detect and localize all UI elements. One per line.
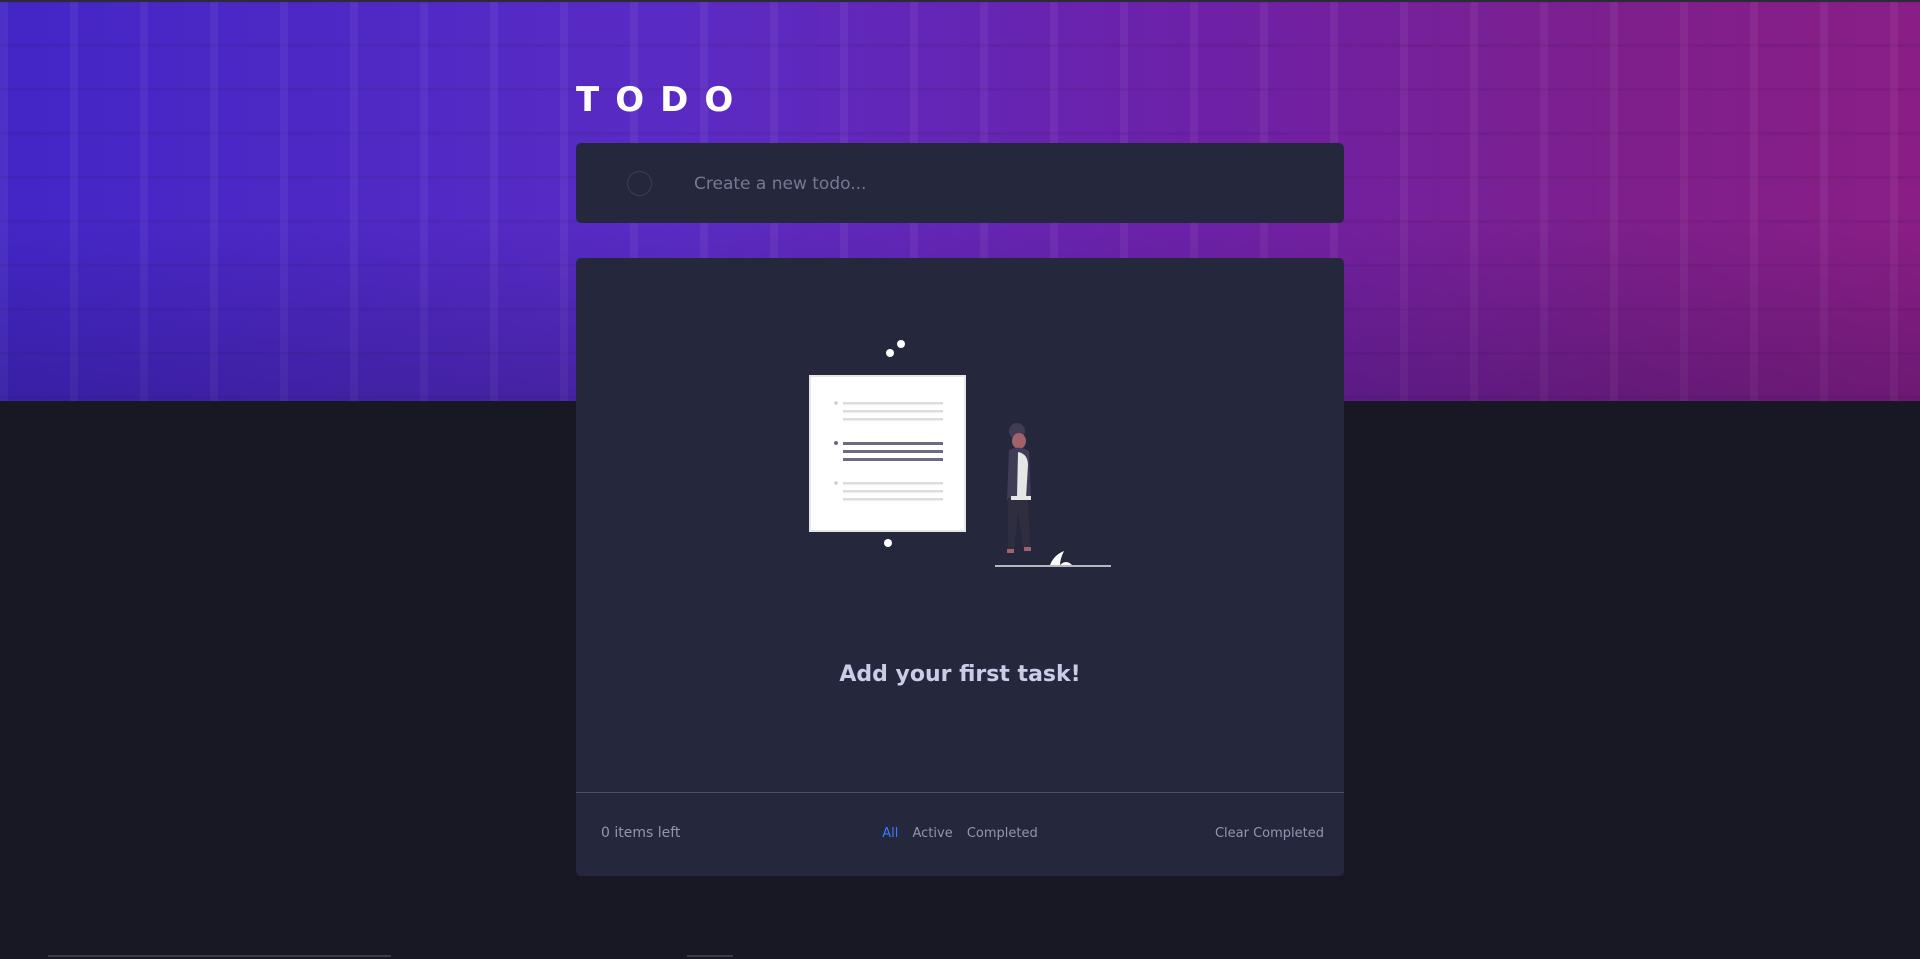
clear-completed-button[interactable]: Clear Completed <box>1215 826 1324 841</box>
sparkle-dot <box>886 349 894 357</box>
new-todo-bar <box>576 143 1344 223</box>
new-todo-input[interactable] <box>692 165 1316 203</box>
empty-list-illustration <box>809 340 1111 567</box>
bottom-scrollbar-remnants <box>0 955 1920 959</box>
hero-top-border <box>0 0 1920 2</box>
person-figure <box>1007 423 1031 553</box>
app-title: TODO <box>576 80 750 120</box>
empty-list-message: Add your first task! <box>839 662 1081 687</box>
filter-completed[interactable]: Completed <box>967 826 1038 841</box>
document-icon <box>809 375 966 532</box>
sparkle-dot <box>897 340 905 348</box>
filter-active[interactable]: Active <box>913 826 953 841</box>
new-todo-check-circle[interactable] <box>627 171 652 196</box>
plant-leaf-icon <box>1050 551 1064 565</box>
sparkle-dot <box>884 539 892 547</box>
list-footer: 0 items left All Active Completed Clear … <box>576 793 1344 876</box>
filter-all[interactable]: All <box>882 826 898 841</box>
todo-list-card: Add your first task! 0 items left All Ac… <box>576 258 1344 876</box>
